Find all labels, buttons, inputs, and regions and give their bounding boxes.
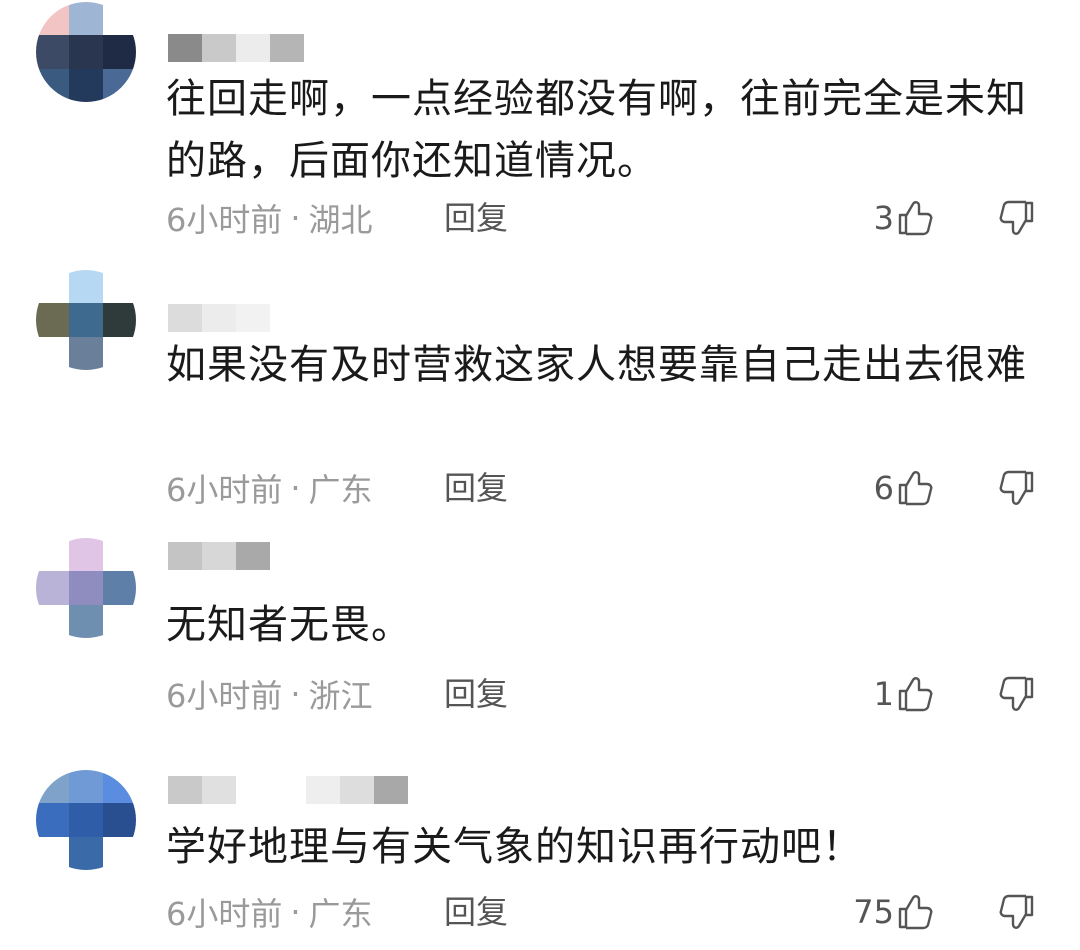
comment-meta: 6小时前 · 浙江 — [166, 674, 373, 715]
thumbs-up-icon — [894, 198, 934, 238]
dislike-button[interactable] — [998, 468, 1038, 508]
meta-separator: · — [290, 675, 301, 713]
thumbs-down-icon — [998, 892, 1038, 932]
comment-meta: 6小时前 · 湖北 — [166, 198, 373, 239]
dislike-button[interactable] — [998, 892, 1038, 932]
like-count: 75 — [853, 893, 894, 931]
username-blurred[interactable] — [168, 776, 408, 804]
avatar[interactable] — [36, 2, 136, 102]
thumbs-up-icon — [894, 468, 934, 508]
avatar[interactable] — [36, 270, 136, 370]
reply-button[interactable]: 回复 — [444, 674, 508, 714]
like-button[interactable]: 3 — [874, 198, 934, 238]
meta-separator: · — [290, 893, 301, 931]
comment-location: 浙江 — [308, 677, 373, 715]
comment-meta: 6小时前 · 广东 — [166, 892, 373, 933]
dislike-button[interactable] — [998, 198, 1038, 238]
username-blurred[interactable] — [168, 304, 270, 332]
like-count: 3 — [873, 199, 894, 237]
thumbs-down-icon — [998, 198, 1038, 238]
comment-time: 6小时前 — [166, 201, 283, 239]
comment-location: 广东 — [308, 895, 373, 933]
reply-button[interactable]: 回复 — [444, 198, 508, 238]
username-blurred[interactable] — [168, 34, 304, 62]
thumbs-down-icon — [998, 468, 1038, 508]
thumbs-up-icon — [894, 674, 934, 714]
comment-text: 无知者无畏。 — [166, 602, 412, 648]
username-blurred[interactable] — [168, 542, 270, 570]
comment-time: 6小时前 — [166, 471, 283, 509]
like-count: 6 — [873, 469, 894, 507]
comment-time: 6小时前 — [166, 895, 283, 933]
meta-separator: · — [290, 469, 301, 507]
thumbs-up-icon — [894, 892, 934, 932]
avatar[interactable] — [36, 538, 136, 638]
like-button[interactable]: 1 — [874, 674, 934, 714]
avatar[interactable] — [36, 770, 136, 870]
comment-text: 往回走啊，一点经验都没有啊，往前完全是未知的路，后面你还知道情况。 — [166, 76, 1027, 184]
thumbs-down-icon — [998, 674, 1038, 714]
like-count: 1 — [873, 675, 894, 713]
comment-text: 如果没有及时营救这家人想要靠自己走出去很难 — [166, 342, 1027, 388]
reply-button[interactable]: 回复 — [444, 892, 508, 932]
like-button[interactable]: 6 — [874, 468, 934, 508]
meta-separator: · — [290, 199, 301, 237]
comment-text: 学好地理与有关气象的知识再行动吧！ — [166, 824, 863, 870]
reply-button[interactable]: 回复 — [444, 468, 508, 508]
dislike-button[interactable] — [998, 674, 1038, 714]
comment-meta: 6小时前 · 广东 — [166, 468, 373, 509]
comment-location: 湖北 — [308, 201, 373, 239]
comment-location: 广东 — [308, 471, 373, 509]
comment-time: 6小时前 — [166, 677, 283, 715]
like-button[interactable]: 75 — [853, 892, 934, 932]
